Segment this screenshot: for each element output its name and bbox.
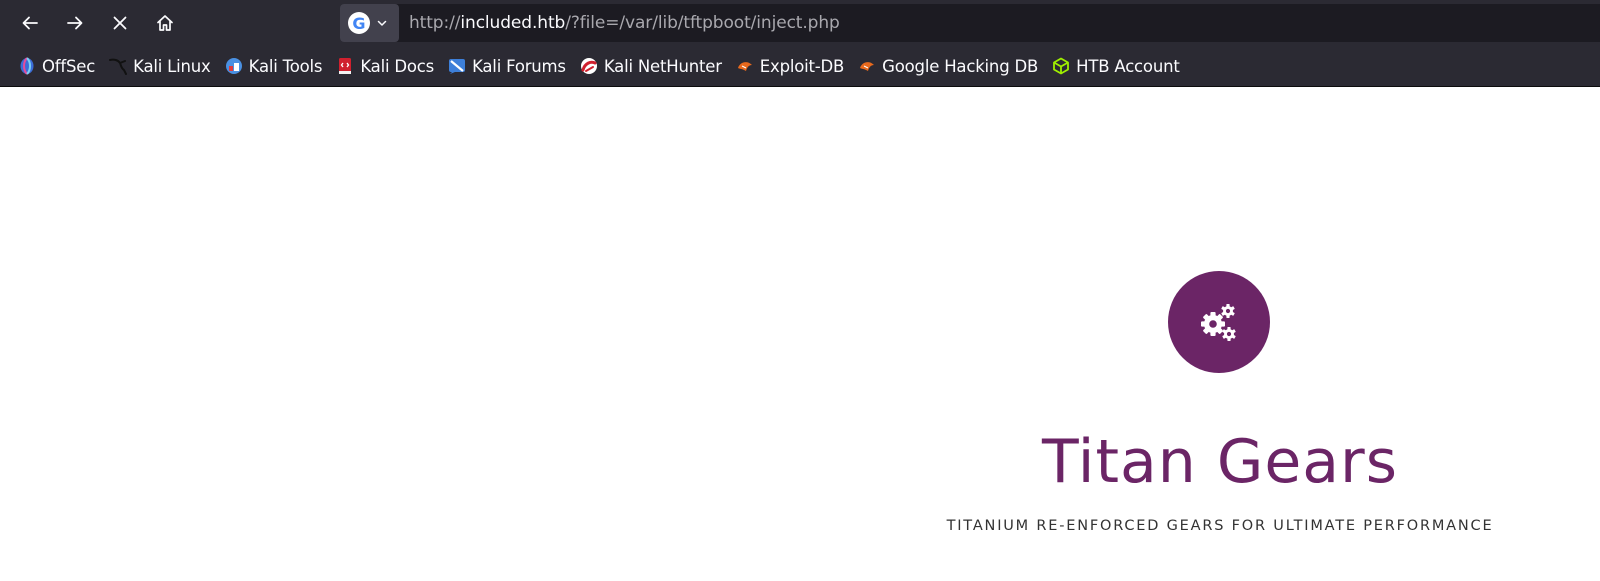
bookmark-exploit-db[interactable]: Exploit-DB (732, 51, 848, 81)
google-icon: G (348, 12, 370, 34)
site-title: Titan Gears (1042, 427, 1398, 497)
home-button[interactable] (148, 6, 182, 40)
htb-cube-icon (1053, 57, 1070, 75)
url-input[interactable]: http://included.htb/?file=/var/lib/tftpb… (409, 4, 840, 42)
gears-icon (1201, 304, 1236, 341)
bookmark-kali-forums[interactable]: Kali Forums (444, 51, 570, 81)
back-arrow-icon (22, 16, 38, 30)
back-button[interactable] (13, 6, 47, 40)
chevron-down-icon (376, 17, 388, 29)
url-host: included.htb (460, 13, 566, 33)
url-path: /?file=/var/lib/tftpboot/inject.php (565, 13, 840, 33)
bookmarks-bar: OffSec Kali Linux Kali Tools Kali Docs K… (0, 46, 1600, 87)
forward-arrow-icon (67, 16, 83, 30)
search-engine-button[interactable]: G (340, 4, 399, 42)
home-icon (157, 15, 173, 31)
forward-button[interactable] (58, 6, 92, 40)
ghdb-icon (860, 62, 875, 71)
kali-dragon-icon (109, 58, 128, 75)
kali-docs-icon (339, 58, 352, 74)
browser-toolbar: G http://included.htb/?file=/var/lib/tft… (0, 0, 1600, 46)
bookmark-htb-account[interactable]: HTB Account (1048, 51, 1183, 81)
logo-badge (1168, 271, 1270, 373)
bookmark-kali-tools[interactable]: Kali Tools (221, 51, 327, 81)
stop-icon (113, 16, 127, 30)
site-tagline: TITANIUM RE-ENFORCED GEARS FOR ULTIMATE … (946, 518, 1494, 534)
bookmark-kali-nethunter[interactable]: Kali NetHunter (576, 51, 726, 81)
bookmark-kali-linux[interactable]: Kali Linux (105, 51, 215, 81)
url-scheme: http:// (409, 13, 461, 33)
bookmark-kali-docs[interactable]: Kali Docs (332, 51, 438, 81)
page-content: Titan Gears TITANIUM RE-ENFORCED GEARS F… (0, 88, 1600, 581)
nethunter-icon (580, 58, 597, 74)
exploit-db-icon (737, 62, 752, 71)
offsec-icon (20, 57, 34, 75)
stop-button[interactable] (103, 6, 137, 40)
kali-tools-icon (225, 58, 242, 74)
kali-forums-icon (449, 59, 466, 74)
bookmark-offsec[interactable]: OffSec (14, 51, 99, 81)
bookmark-google-hacking-db[interactable]: Google Hacking DB (854, 51, 1042, 81)
address-bar[interactable]: G http://included.htb/?file=/var/lib/tft… (340, 4, 1600, 42)
